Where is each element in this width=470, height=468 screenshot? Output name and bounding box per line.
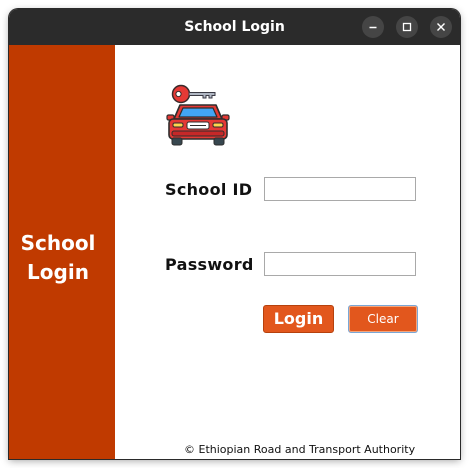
title-bar[interactable]: School Login [9, 9, 460, 45]
minimize-button[interactable] [362, 16, 384, 38]
car-with-key-icon [166, 84, 230, 146]
login-panel: School ID Password Login Clear © Ethiopi… [115, 45, 460, 459]
window-title: School Login [184, 19, 285, 35]
maximize-button[interactable] [396, 16, 418, 38]
close-icon [437, 23, 445, 31]
sidebar-title-line1: School [20, 231, 96, 255]
sidebar-title-line2: Login [27, 260, 89, 284]
maximize-icon [402, 22, 412, 32]
sidebar: School Login [9, 45, 115, 459]
password-label: Password [165, 255, 254, 274]
close-button[interactable] [430, 16, 452, 38]
school-id-input[interactable] [264, 177, 416, 201]
app-window: School Login School Login School ID Pass… [9, 9, 460, 459]
minimize-icon [369, 26, 377, 29]
copyright-footer: © Ethiopian Road and Transport Authority [184, 443, 416, 456]
login-button[interactable]: Login [263, 305, 334, 333]
sidebar-title: School Login [9, 229, 107, 287]
school-id-label: School ID [165, 180, 253, 199]
clear-button[interactable]: Clear [348, 305, 418, 333]
password-input[interactable] [264, 252, 416, 276]
